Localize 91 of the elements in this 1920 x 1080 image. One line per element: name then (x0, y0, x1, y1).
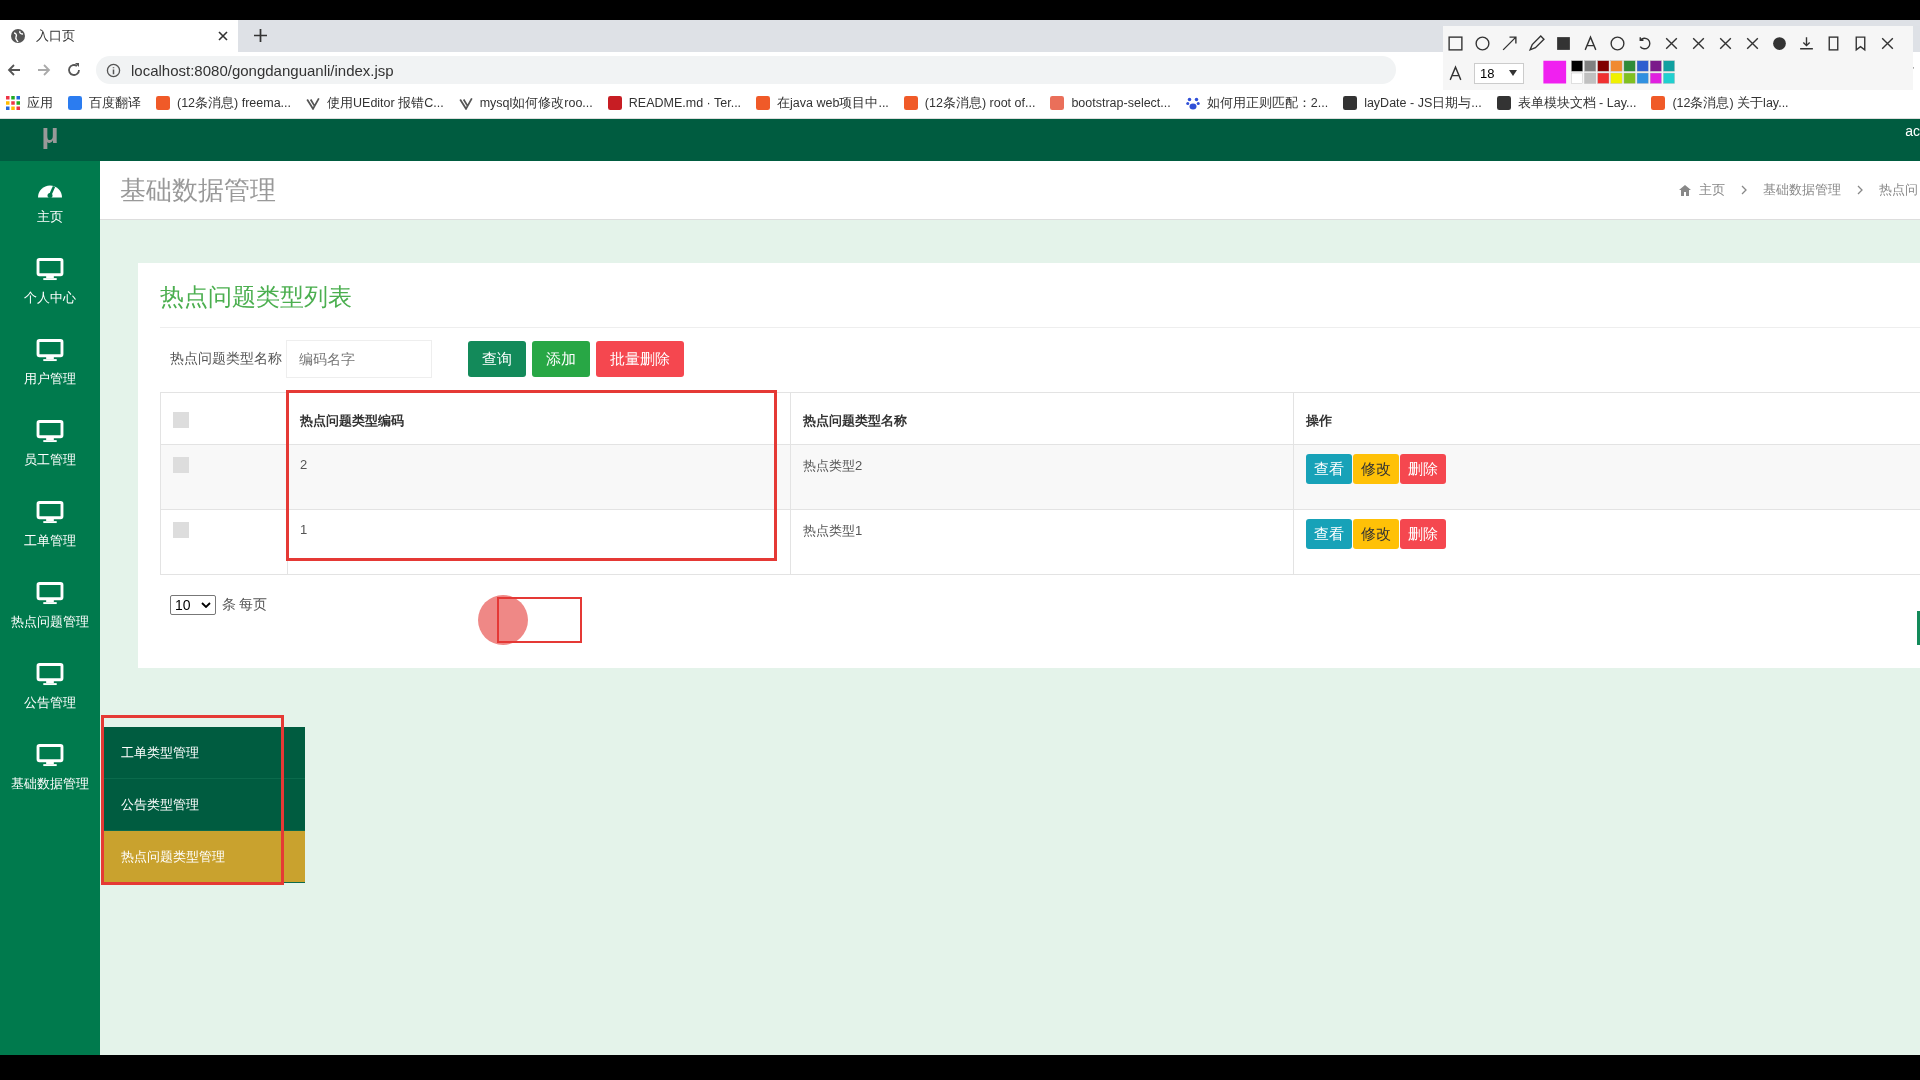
table-cell: 2 (287, 444, 791, 510)
page-size-select[interactable]: 10 (170, 595, 216, 615)
query-button[interactable]: 查询 (468, 341, 526, 377)
checkbox[interactable] (173, 412, 189, 428)
font-size-select[interactable]: 18 (1474, 62, 1524, 84)
site-icon (756, 96, 771, 110)
card-title: 热点问题类型列表 (160, 281, 1920, 328)
column-header: 热点问题类型编码 (287, 392, 791, 445)
monitor-icon (36, 663, 64, 686)
drawing-tool-icon[interactable] (1501, 34, 1518, 52)
site-icon (68, 96, 82, 110)
delete-button[interactable]: 批量删除 (596, 341, 684, 377)
address-field[interactable]: localhost:8080/gongdanguanli/index.jsp (96, 56, 1396, 84)
info-icon (106, 62, 121, 78)
drawing-tool-icon[interactable] (1582, 34, 1599, 52)
bookmark[interactable]: 表单模块文档 - Lay... (1496, 94, 1637, 112)
logo: μ (0, 119, 100, 161)
bookmark[interactable]: 在java web项目中... (756, 94, 889, 112)
paw-icon (1185, 96, 1200, 110)
page-size-label: 条 每页 (221, 596, 268, 614)
drawing-tool-icon[interactable] (1555, 34, 1572, 52)
bookmark[interactable]: layDate - JS日期与... (1343, 94, 1482, 112)
checkbox[interactable] (173, 457, 189, 473)
site-icon (903, 96, 918, 110)
drawing-tool-icon[interactable] (1771, 34, 1788, 52)
table-cell: 热点类型1 (790, 509, 1294, 575)
close-icon[interactable] (218, 31, 228, 41)
dropdown-caret-icon (1508, 70, 1518, 76)
monitor-icon (36, 258, 64, 281)
breadcrumb-link[interactable]: 主页 (1699, 181, 1725, 199)
bookmark[interactable]: (12条消息) root of... (903, 94, 1036, 112)
new-tab-icon[interactable] (254, 29, 267, 42)
search-label: 热点问题类型名称 (170, 350, 282, 368)
browser-tab[interactable]: 入口页 (0, 20, 238, 52)
site-icon (1343, 96, 1358, 110)
sidebar-item[interactable]: 用户管理 (0, 323, 100, 404)
sidebar-item[interactable]: 员工管理 (0, 404, 100, 485)
text-size-icon (1447, 64, 1464, 82)
monitor-icon (36, 420, 64, 443)
table-cell: 热点类型2 (790, 444, 1294, 510)
sidebar-item[interactable]: 个人中心 (0, 242, 100, 323)
column-header: 热点问题类型名称 (790, 392, 1294, 445)
monitor-icon (36, 501, 64, 524)
bookmark[interactable]: README.md · Ter... (607, 96, 742, 110)
bookmark[interactable]: (12条消息) 关于lay... (1651, 94, 1789, 112)
monitor-icon (36, 339, 64, 362)
bookmark[interactable]: bootstrap-select... (1050, 96, 1171, 110)
chevron-icon (1857, 185, 1863, 195)
sidebar-item[interactable]: 工单管理 (0, 485, 100, 566)
bookmark[interactable]: mysql如何修改roo... (458, 94, 593, 112)
page-title: 基础数据管理 (120, 173, 276, 207)
drawing-tool-icon[interactable] (1447, 34, 1464, 52)
drawing-tool-icon[interactable] (1609, 34, 1626, 52)
delete-button[interactable]: 删除 (1400, 519, 1446, 549)
user-name: ac (1905, 123, 1920, 139)
breadcrumb-link[interactable]: 热点问 (1879, 181, 1918, 199)
site-icon (1050, 96, 1065, 110)
apps-grid-icon (6, 96, 20, 110)
tab-title: 入口页 (36, 27, 76, 45)
home-icon (1679, 184, 1691, 196)
chevron-icon (1741, 185, 1747, 195)
monitor-icon (36, 744, 64, 767)
back-icon[interactable] (6, 62, 22, 78)
click-highlight (478, 595, 528, 645)
edit-button[interactable]: 修改 (1353, 519, 1399, 549)
sidebar-item[interactable]: 主页 (0, 161, 100, 242)
checkbox[interactable] (173, 522, 189, 538)
edit-button[interactable]: 修改 (1353, 454, 1399, 484)
dropdown-caret-icon (200, 602, 211, 608)
breadcrumb-link[interactable]: 基础数据管理 (1763, 181, 1841, 199)
site-icon (156, 96, 170, 110)
sidebar-item[interactable]: 公告管理 (0, 647, 100, 728)
search-field[interactable]: 编码名字 (286, 340, 432, 378)
table-cell: 1 (287, 509, 791, 575)
bookmark[interactable]: 应用 (6, 94, 53, 112)
bookmark[interactable]: 使用UEditor 报错C... (306, 94, 444, 112)
drawing-tool-icon[interactable] (1474, 34, 1491, 52)
bookmark[interactable]: 百度翻译 (68, 94, 141, 112)
drawing-tool-icon[interactable] (1528, 34, 1545, 52)
monitor-icon (36, 582, 64, 605)
delete-button[interactable]: 删除 (1400, 454, 1446, 484)
sidebar-item[interactable]: 热点问题管理 (0, 566, 100, 647)
globe-icon (10, 28, 26, 44)
site-icon (1651, 96, 1666, 110)
bookmark[interactable]: 如何用正则匹配：2... (1185, 94, 1329, 112)
site-icon (607, 96, 622, 110)
bookmark[interactable]: (12条消息) freema... (156, 94, 292, 112)
reload-icon[interactable] (66, 62, 82, 78)
site-icon (1496, 96, 1511, 110)
column-header: 操作 (1293, 392, 1920, 445)
drawing-tool-icon[interactable] (1798, 34, 1815, 52)
